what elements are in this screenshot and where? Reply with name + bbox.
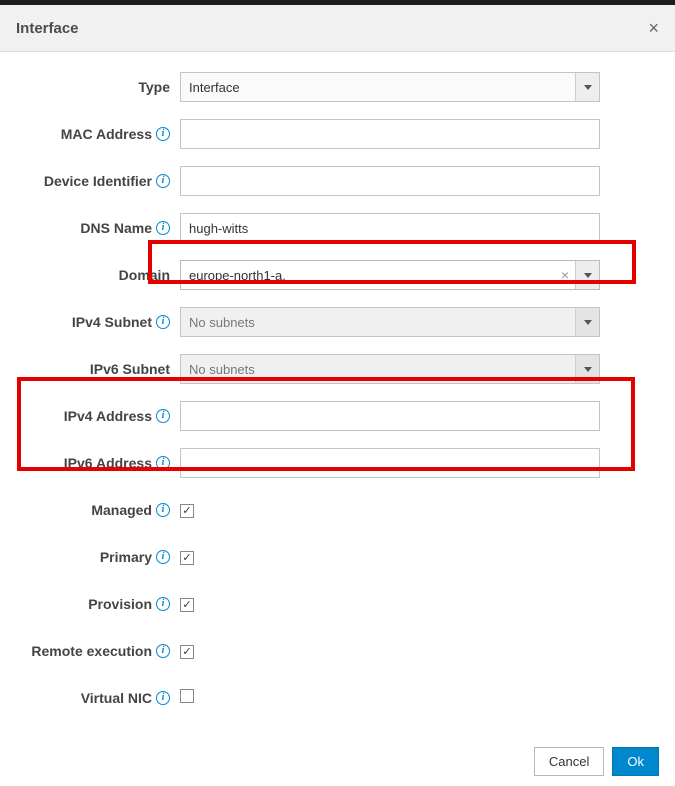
row-virtual-nic: Virtual NIC i — [30, 683, 645, 713]
info-icon[interactable]: i — [156, 503, 170, 517]
info-icon[interactable]: i — [156, 127, 170, 141]
label-ipv4-subnet-text: IPv4 Subnet — [72, 314, 152, 330]
label-primary: Primary i — [30, 549, 180, 565]
row-provision: Provision i ✓ — [30, 589, 645, 619]
ipv6-addr-input[interactable] — [180, 448, 600, 478]
row-ipv4-addr: IPv4 Address i — [30, 401, 645, 431]
label-ipv6-addr-text: IPv6 Address — [64, 455, 152, 471]
label-remote-exec-text: Remote execution — [31, 643, 152, 659]
row-ipv6-subnet: IPv6 Subnet No subnets — [30, 354, 645, 384]
type-select[interactable]: Interface — [180, 72, 600, 102]
label-ipv4-subnet: IPv4 Subnet i — [30, 314, 180, 330]
chevron-down-icon — [584, 85, 592, 90]
row-remote-exec: Remote execution i ✓ — [30, 636, 645, 666]
cancel-button[interactable]: Cancel — [534, 747, 604, 776]
remote-exec-checkbox[interactable]: ✓ — [180, 645, 194, 659]
label-dns: DNS Name i — [30, 220, 180, 236]
label-ipv6-subnet: IPv6 Subnet — [30, 361, 180, 377]
device-id-input[interactable] — [180, 166, 600, 196]
row-dns: DNS Name i — [30, 213, 645, 243]
modal-header: Interface × — [0, 5, 675, 52]
domain-caret-box — [575, 261, 599, 289]
row-mac: MAC Address i — [30, 119, 645, 149]
label-primary-text: Primary — [100, 549, 152, 565]
chevron-down-icon — [584, 273, 592, 278]
ipv6-subnet-select[interactable]: No subnets — [180, 354, 600, 384]
ipv6-subnet-text: No subnets — [189, 362, 575, 377]
row-type: Type Interface — [30, 72, 645, 102]
label-managed: Managed i — [30, 502, 180, 518]
ipv4-subnet-text: No subnets — [189, 315, 575, 330]
info-icon[interactable]: i — [156, 174, 170, 188]
label-type: Type — [30, 79, 180, 95]
ipv6-subnet-caret-box — [575, 355, 599, 383]
info-icon[interactable]: i — [156, 691, 170, 705]
virtual-nic-checkbox[interactable] — [180, 689, 194, 703]
clear-icon[interactable]: × — [561, 267, 575, 283]
label-domain-text: Domain — [119, 267, 170, 283]
mac-input[interactable] — [180, 119, 600, 149]
row-device-id: Device Identifier i — [30, 166, 645, 196]
row-ipv4-subnet: IPv4 Subnet i No subnets — [30, 307, 645, 337]
close-icon[interactable]: × — [648, 19, 659, 37]
modal-title: Interface — [16, 20, 79, 37]
ok-button[interactable]: Ok — [612, 747, 659, 776]
label-device-id-text: Device Identifier — [44, 173, 152, 189]
info-icon[interactable]: i — [156, 597, 170, 611]
chevron-down-icon — [584, 320, 592, 325]
label-ipv4-addr-text: IPv4 Address — [64, 408, 152, 424]
label-virtual-nic: Virtual NIC i — [30, 690, 180, 706]
ipv4-subnet-caret-box — [575, 308, 599, 336]
label-mac: MAC Address i — [30, 126, 180, 142]
label-virtual-nic-text: Virtual NIC — [81, 690, 152, 706]
info-icon[interactable]: i — [156, 644, 170, 658]
type-select-text: Interface — [189, 80, 575, 95]
label-ipv6-subnet-text: IPv6 Subnet — [90, 361, 170, 377]
row-domain: Domain europe-north1-a. × — [30, 260, 645, 290]
label-remote-exec: Remote execution i — [30, 643, 180, 659]
ipv4-subnet-select[interactable]: No subnets — [180, 307, 600, 337]
type-select-caret-box — [575, 73, 599, 101]
footer: Cancel Ok — [534, 747, 659, 776]
label-managed-text: Managed — [91, 502, 152, 518]
row-ipv6-addr: IPv6 Address i — [30, 448, 645, 478]
info-icon[interactable]: i — [156, 550, 170, 564]
label-ipv6-addr: IPv6 Address i — [30, 455, 180, 471]
label-provision-text: Provision — [88, 596, 152, 612]
form-body: Type Interface MAC Address i Device Iden… — [0, 52, 675, 740]
row-primary: Primary i ✓ — [30, 542, 645, 572]
label-provision: Provision i — [30, 596, 180, 612]
label-ipv4-addr: IPv4 Address i — [30, 408, 180, 424]
label-device-id: Device Identifier i — [30, 173, 180, 189]
managed-checkbox[interactable]: ✓ — [180, 504, 194, 518]
label-type-text: Type — [138, 79, 170, 95]
info-icon[interactable]: i — [156, 315, 170, 329]
chevron-down-icon — [584, 367, 592, 372]
info-icon[interactable]: i — [156, 221, 170, 235]
provision-checkbox[interactable]: ✓ — [180, 598, 194, 612]
dns-input[interactable] — [180, 213, 600, 243]
row-managed: Managed i ✓ — [30, 495, 645, 525]
label-dns-text: DNS Name — [80, 220, 152, 236]
label-domain: Domain — [30, 267, 180, 283]
info-icon[interactable]: i — [156, 456, 170, 470]
domain-select-text: europe-north1-a. — [189, 268, 561, 283]
info-icon[interactable]: i — [156, 409, 170, 423]
domain-select[interactable]: europe-north1-a. × — [180, 260, 600, 290]
primary-checkbox[interactable]: ✓ — [180, 551, 194, 565]
label-mac-text: MAC Address — [61, 126, 152, 142]
ipv4-addr-input[interactable] — [180, 401, 600, 431]
